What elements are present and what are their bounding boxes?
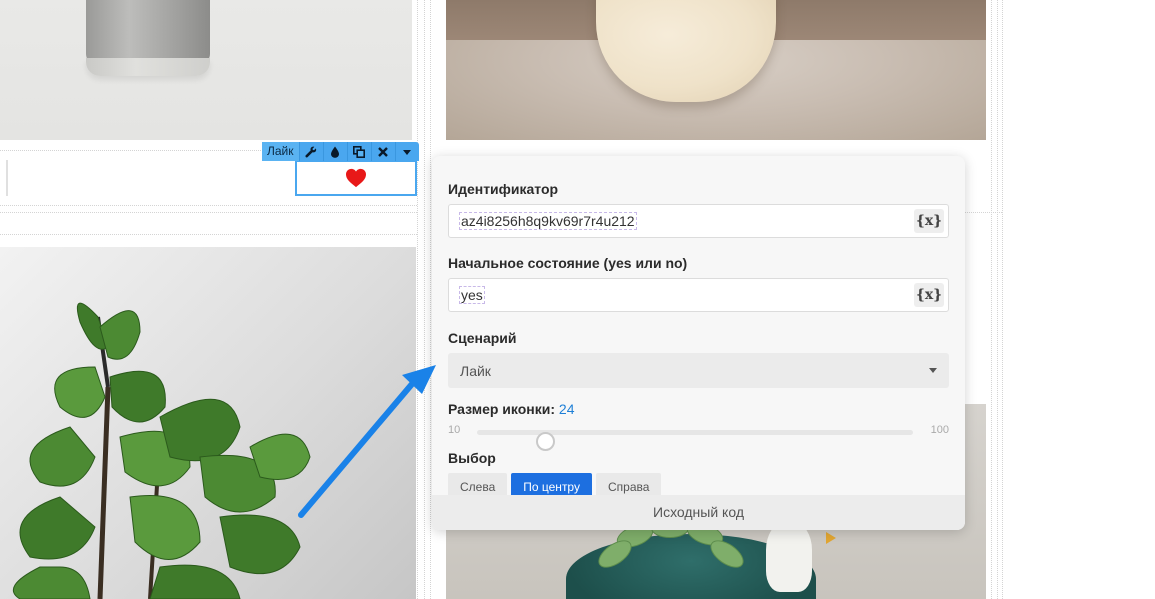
icon-size-label: Размер иконки: <box>448 401 556 417</box>
scenario-select[interactable]: Лайк <box>448 353 949 388</box>
duplicate-icon[interactable] <box>346 142 371 161</box>
slider-min-label: 10 <box>448 424 461 436</box>
like-widget[interactable] <box>295 160 417 196</box>
state-field-label: Начальное состояние (yes или no) <box>448 255 688 271</box>
gray-vase-base-shape <box>86 58 210 76</box>
variable-insert-icon[interactable]: {x} <box>914 283 944 307</box>
icon-size-slider[interactable]: 10 100 <box>448 420 949 451</box>
guide-line <box>0 212 417 213</box>
id-field-value[interactable]: az4i8256h8q9kv69r7r4u212 <box>459 212 637 230</box>
drop-icon[interactable] <box>322 142 347 161</box>
guide-line <box>424 0 425 599</box>
gray-vase-photo <box>0 0 412 140</box>
page-canvas: Лайк Идентификатор az4i8256h8q9kv69r7r4u… <box>0 0 1155 599</box>
state-field-value[interactable]: yes <box>459 286 485 304</box>
icon-size-line: Размер иконки: 24 <box>448 401 949 418</box>
cream-vase-photo <box>446 0 986 140</box>
guide-line <box>417 0 418 599</box>
guide-line <box>0 234 417 235</box>
state-field[interactable]: yes {x} <box>448 278 949 312</box>
alignment-label: Выбор <box>448 450 496 466</box>
plant-illustration <box>12 302 311 599</box>
id-field-label: Идентификатор <box>448 181 559 197</box>
guide-line <box>997 0 998 599</box>
caret-down-icon[interactable] <box>394 142 419 161</box>
fiddle-leaf-plant-photo <box>0 247 416 599</box>
slider-track[interactable] <box>477 430 913 451</box>
variable-insert-icon[interactable]: {x} <box>914 209 944 233</box>
slider-max-label: 100 <box>930 424 949 436</box>
bird-beak-shape <box>826 532 836 544</box>
guide-line <box>430 0 431 599</box>
bird-figurine-shape <box>766 522 812 592</box>
heart-icon[interactable] <box>345 168 367 188</box>
chevron-down-icon[interactable] <box>929 368 937 373</box>
settings-panel: Идентификатор az4i8256h8q9kv69r7r4u212 {… <box>432 156 965 530</box>
widget-cell <box>6 160 295 196</box>
scenario-select-value: Лайк <box>460 362 491 379</box>
guide-line <box>991 0 992 599</box>
slider-thumb[interactable] <box>535 432 555 451</box>
guide-line <box>1002 0 1003 599</box>
wrench-icon[interactable] <box>298 142 323 161</box>
source-code-button[interactable]: Исходный код <box>432 495 965 530</box>
guide-line <box>965 212 1002 213</box>
widget-type-label[interactable]: Лайк <box>262 142 299 161</box>
gray-vase-shape <box>86 0 210 64</box>
id-field[interactable]: az4i8256h8q9kv69r7r4u212 {x} <box>448 204 949 238</box>
scenario-label: Сценарий <box>448 330 517 346</box>
close-icon[interactable] <box>370 142 395 161</box>
widget-toolbar: Лайк <box>262 142 419 161</box>
icon-size-value: 24 <box>558 401 575 417</box>
guide-line <box>0 205 417 206</box>
